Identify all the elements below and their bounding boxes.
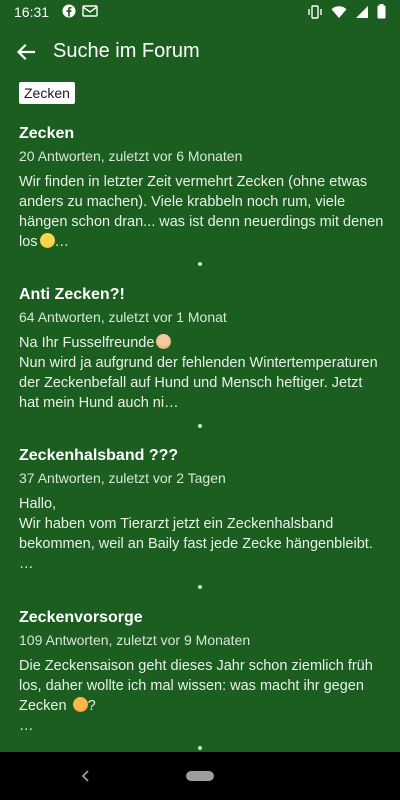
- list-item[interactable]: Zeckenvorsorge 109 Antworten, zuletzt vo…: [19, 608, 385, 736]
- person-tipping-hand-emoji-icon: [156, 334, 172, 349]
- thread-excerpt: Na Ihr Fusselfreunde Nun wird ja aufgrun…: [19, 334, 378, 411]
- nav-back-icon[interactable]: [76, 766, 96, 786]
- back-button[interactable]: [8, 34, 44, 70]
- page-title: Suche im Forum: [53, 40, 200, 62]
- divider-dot: [198, 585, 202, 589]
- divider-dot: [198, 746, 202, 750]
- divider-dot: [198, 424, 202, 428]
- nav-home-pill[interactable]: [186, 771, 214, 781]
- notification-icons: [62, 4, 98, 18]
- list-item[interactable]: Zecken 20 Antworten, zuletzt vor 6 Monat…: [19, 124, 385, 252]
- system-icons: [307, 4, 386, 19]
- thread-excerpt: Hallo, Wir haben vom Tierarzt jetzt ein …: [19, 496, 373, 572]
- vibrate-icon: [308, 4, 322, 19]
- message-icon: [82, 5, 98, 17]
- thread-meta: 20 Antworten, zuletzt vor 6 Monaten: [19, 148, 243, 164]
- thread-excerpt: Wir finden in letzter Zeit vermehrt Zeck…: [19, 174, 384, 250]
- divider-dot: [198, 262, 202, 266]
- status-time: 16:31: [14, 4, 50, 20]
- arrow-back-icon: [16, 43, 36, 61]
- facebook-icon: [62, 4, 76, 18]
- thread-title: Zeckenhalsband ???: [19, 447, 179, 464]
- thread-meta: 64 Antworten, zuletzt vor 1 Monat: [19, 309, 227, 325]
- thread-excerpt: Die Zeckensaison geht dieses Jahr schon …: [19, 658, 373, 734]
- cat-face-emoji-icon: [72, 697, 88, 712]
- battery-icon: [377, 4, 386, 19]
- thread-title: Zecken: [19, 125, 75, 142]
- signal-icon: [356, 5, 368, 18]
- system-navigation-bar: [0, 752, 400, 800]
- app-bar: Suche im Forum: [0, 24, 400, 80]
- search-term-chip[interactable]: Zecken: [19, 82, 75, 104]
- list-item[interactable]: Zeckenhalsband ??? 37 Antworten, zuletzt…: [19, 446, 385, 574]
- thread-meta: 37 Antworten, zuletzt vor 2 Tagen: [19, 470, 226, 486]
- thread-meta: 109 Antworten, zuletzt vor 9 Monaten: [19, 632, 251, 648]
- wifi-icon: [331, 5, 347, 18]
- list-item[interactable]: Anti Zecken?! 64 Antworten, zuletzt vor …: [19, 285, 385, 413]
- thread-title: Anti Zecken?!: [19, 286, 125, 303]
- rolling-eyes-emoji-icon: [39, 233, 55, 248]
- thread-title: Zeckenvorsorge: [19, 609, 143, 626]
- status-bar: 16:31: [0, 0, 400, 24]
